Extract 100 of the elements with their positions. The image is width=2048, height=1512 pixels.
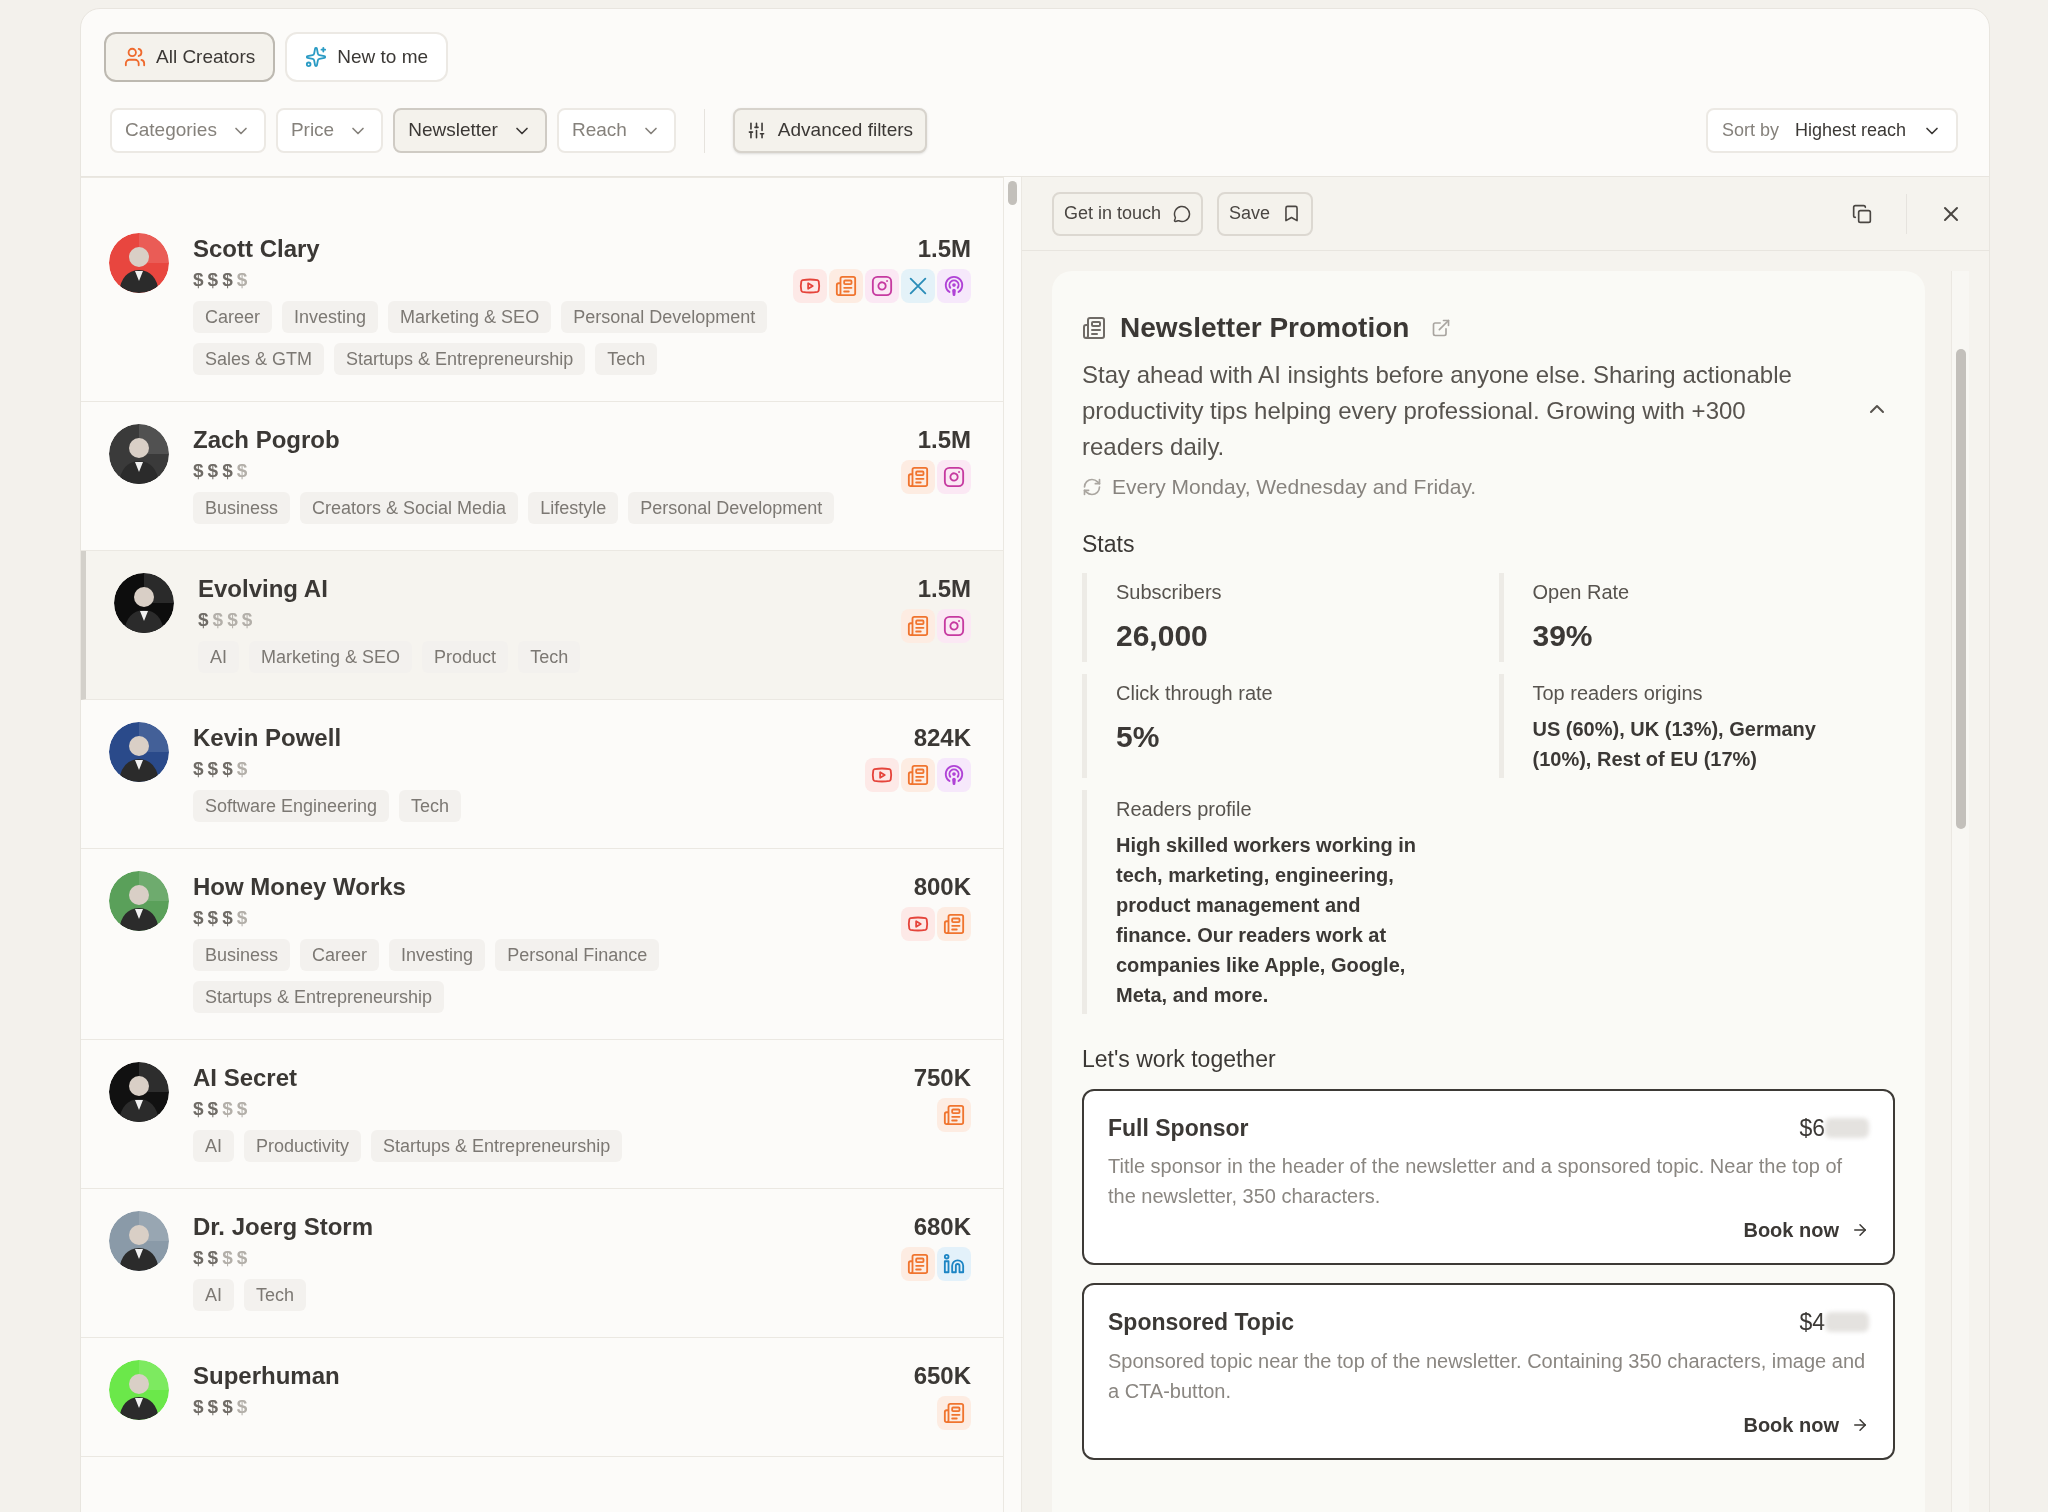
category-tag: Personal Development bbox=[561, 301, 768, 333]
tab[interactable]: New to me bbox=[285, 32, 449, 82]
sort-label: Sort by bbox=[1721, 119, 1779, 142]
price-symbol: $ bbox=[207, 1245, 219, 1270]
users-icon bbox=[124, 46, 146, 68]
offer-title: Full Sponsor bbox=[1108, 1113, 1249, 1143]
promotion-title: Newsletter Promotion bbox=[1120, 311, 1410, 345]
book-now-link[interactable]: Book now bbox=[1743, 1409, 1869, 1440]
price-symbol: $ bbox=[227, 607, 238, 632]
tab[interactable]: All Creators bbox=[104, 32, 276, 82]
price-symbol: $ bbox=[222, 1096, 233, 1121]
newspaper-icon[interactable] bbox=[901, 758, 935, 792]
external-link-icon[interactable] bbox=[1431, 318, 1452, 338]
play-icon[interactable] bbox=[901, 907, 935, 941]
newspaper-icon[interactable] bbox=[829, 269, 863, 303]
creator-name: Superhuman bbox=[193, 1361, 340, 1391]
price-symbol: $ bbox=[222, 1245, 233, 1270]
reach-count: 650K bbox=[913, 1361, 971, 1391]
price-blur bbox=[1825, 1117, 1869, 1138]
scrollbar-thumb[interactable] bbox=[1955, 349, 1966, 829]
linkedin-icon[interactable] bbox=[937, 1247, 971, 1281]
newspaper-icon[interactable] bbox=[937, 1098, 971, 1132]
reach-count: 750K bbox=[913, 1063, 971, 1093]
price-symbol: $ bbox=[241, 607, 253, 632]
price-symbol: $ bbox=[193, 1245, 204, 1270]
camera-icon[interactable] bbox=[865, 269, 899, 303]
offer-description: Sponsored topic near the top of the newsletter. Containing 350 characters, image and a CTA-button. bbox=[1108, 1348, 1867, 1404]
category-tag: Career bbox=[300, 939, 380, 971]
action-button[interactable]: Save bbox=[1217, 191, 1314, 236]
creator-name: How Money Works bbox=[193, 872, 407, 902]
price-symbol: $ bbox=[236, 1096, 248, 1121]
price-symbol: $ bbox=[222, 267, 233, 292]
stat-value: High skilled workers working in tech, marketing, engineering, product management and finance. Our readers work at companies like Apple, Google, Meta, and more. bbox=[1116, 833, 1418, 1008]
stat-label: Click through rate bbox=[1116, 681, 1274, 706]
price-symbol: $ bbox=[207, 458, 219, 483]
copy-icon bbox=[1852, 203, 1872, 224]
sort-dropdown[interactable]: Sort by Highest reach bbox=[1705, 108, 1958, 153]
offer-price: $6 bbox=[1799, 1113, 1825, 1143]
price-symbol: $ bbox=[236, 905, 248, 930]
reach-count: 824K bbox=[913, 723, 971, 753]
price-blur bbox=[1825, 1312, 1869, 1333]
category-tag: Startups & Entrepreneurship bbox=[193, 981, 445, 1013]
camera-icon[interactable] bbox=[937, 609, 971, 643]
play-icon[interactable] bbox=[793, 269, 827, 303]
sliders-icon bbox=[746, 121, 766, 140]
newspaper-icon[interactable] bbox=[901, 609, 935, 643]
price-symbol: $ bbox=[198, 607, 209, 632]
promotion-description: Stay ahead with AI insights before anyone else. Sharing actionable productivity tips helping every professional. Growing with +300 readers daily. bbox=[1082, 360, 1793, 462]
creator-row[interactable]: Evolving AI $ $ $ $ AI Marketing & SEO Product Tech 1.5M bbox=[81, 551, 1003, 700]
scrollbar-thumb[interactable] bbox=[1008, 181, 1017, 205]
section-heading: Let's work together bbox=[1082, 1045, 1277, 1074]
stat-value: 5% bbox=[1116, 719, 1161, 755]
price-symbol: $ bbox=[193, 756, 204, 781]
stat-value: US (60%), UK (13%), Germany (10%), Rest of EU (17%) bbox=[1532, 717, 1817, 772]
offer-price: $4 bbox=[1799, 1308, 1825, 1337]
newspaper-icon[interactable] bbox=[937, 1396, 971, 1430]
price-symbol: $ bbox=[222, 756, 233, 781]
category-tag: Investing bbox=[282, 301, 379, 333]
filter-dropdown[interactable]: Reach bbox=[556, 108, 676, 153]
price-symbol: $ bbox=[207, 1096, 219, 1121]
category-tag: Career bbox=[193, 301, 273, 333]
offer-title: Sponsored Topic bbox=[1108, 1308, 1295, 1337]
price-symbol: $ bbox=[236, 267, 248, 292]
price-symbol: $ bbox=[236, 756, 248, 781]
filter-dropdown[interactable]: Categories bbox=[110, 108, 266, 153]
stat-value: 39% bbox=[1532, 618, 1594, 654]
filter-dropdown[interactable]: Price bbox=[275, 108, 384, 153]
book-now-link[interactable]: Book now bbox=[1743, 1215, 1869, 1245]
advanced-filters-button[interactable]: Advanced filters bbox=[732, 108, 928, 153]
stat-label: Subscribers bbox=[1116, 580, 1223, 605]
category-tag: Personal Finance bbox=[495, 939, 660, 971]
category-tag: Tech bbox=[595, 343, 658, 375]
sort-value: Highest reach bbox=[1794, 119, 1906, 142]
arrow-right-icon bbox=[1851, 1221, 1869, 1239]
category-tag: Investing bbox=[389, 939, 486, 971]
price-symbol: $ bbox=[193, 905, 204, 930]
price-symbol: $ bbox=[236, 458, 248, 483]
x-logo-icon[interactable] bbox=[901, 269, 935, 303]
creator-name: Zach Pogrob bbox=[193, 425, 341, 455]
category-tag: Personal Development bbox=[628, 492, 835, 524]
section-heading: Stats bbox=[1082, 529, 1136, 559]
newspaper-icon[interactable] bbox=[901, 460, 935, 494]
play-icon[interactable] bbox=[865, 758, 899, 792]
filter-dropdown[interactable]: Newsletter bbox=[393, 108, 547, 153]
stat-label: Open Rate bbox=[1532, 580, 1631, 605]
creator-name: Scott Clary bbox=[193, 234, 321, 264]
podcast-icon[interactable] bbox=[937, 758, 971, 792]
category-tag: Sales & GTM bbox=[193, 343, 325, 375]
price-symbol: $ bbox=[207, 1394, 219, 1419]
price-symbol: $ bbox=[236, 1394, 248, 1419]
price-symbol: $ bbox=[193, 1096, 204, 1121]
podcast-icon[interactable] bbox=[937, 269, 971, 303]
newspaper-icon[interactable] bbox=[901, 1247, 935, 1281]
camera-icon[interactable] bbox=[937, 460, 971, 494]
price-symbol: $ bbox=[207, 905, 219, 930]
category-tag: Startups & Entrepreneurship bbox=[371, 1130, 623, 1162]
price-symbol: $ bbox=[222, 1394, 233, 1419]
newspaper-icon[interactable] bbox=[937, 907, 971, 941]
category-tag: Business bbox=[193, 939, 291, 971]
action-button[interactable]: Get in touch bbox=[1052, 191, 1204, 236]
